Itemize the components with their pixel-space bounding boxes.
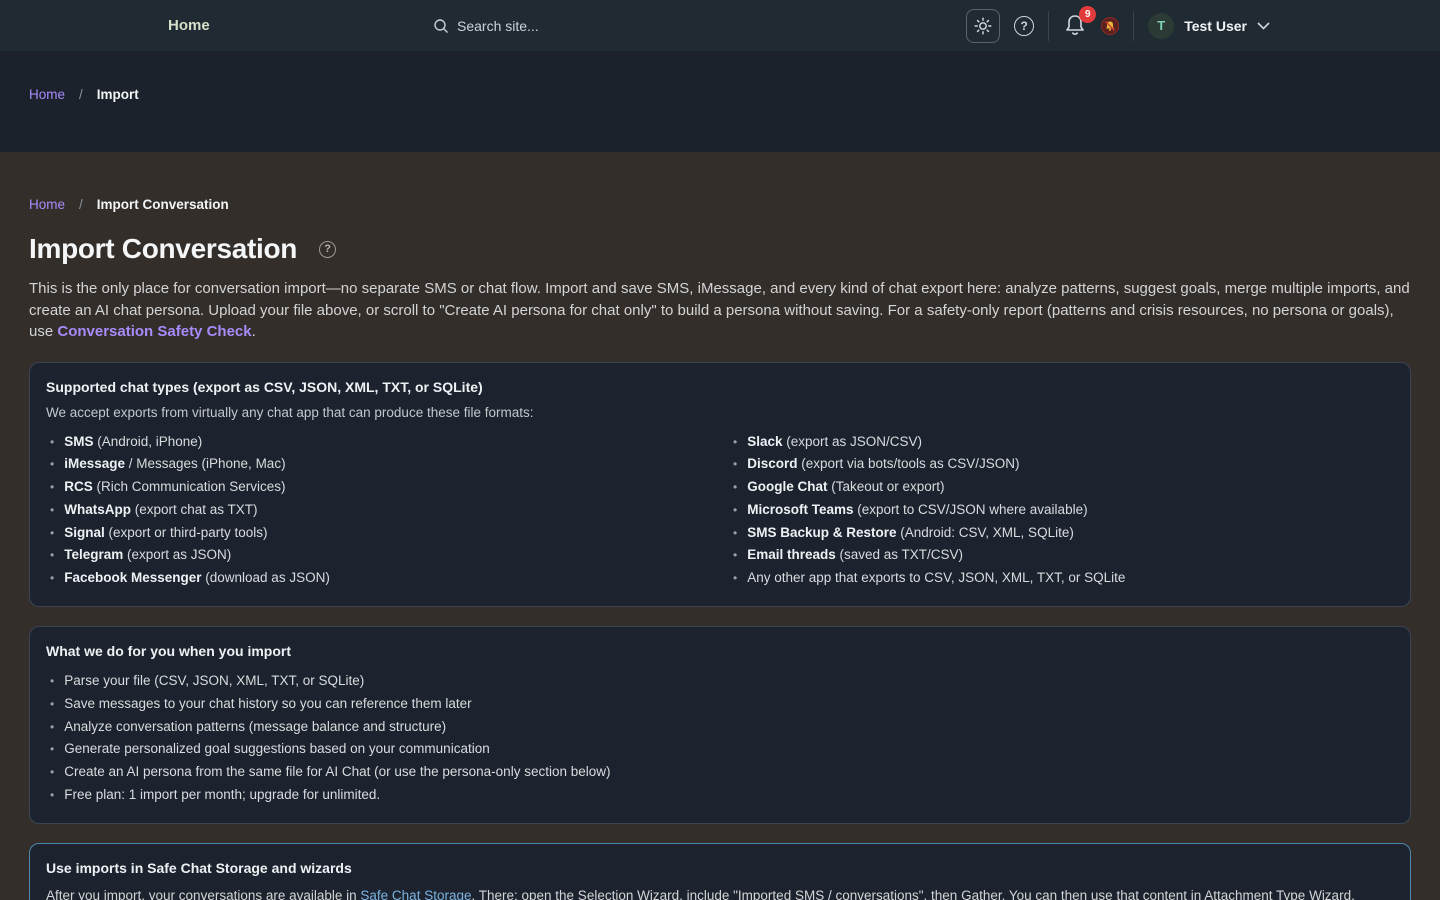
bell-slash-icon: [1104, 20, 1116, 32]
breadcrumb-separator: /: [79, 197, 83, 212]
card-body-text: After you import, your conversations are…: [46, 887, 1391, 900]
what-we-do-list: •Parse your file (CSV, JSON, XML, TXT, o…: [46, 670, 1394, 807]
bullet-dot: •: [729, 477, 737, 499]
list-item: •SMS (Android, iPhone): [46, 431, 711, 454]
bullet-dot: •: [46, 454, 54, 476]
bullet-dot: •: [46, 432, 54, 454]
avatar: T: [1148, 13, 1174, 39]
intro-text-end: .: [252, 323, 256, 340]
bullet-dot: •: [46, 545, 54, 567]
list-item: •RCS (Rich Communication Services): [46, 476, 711, 499]
safe-chat-storage-card: Use imports in Safe Chat Storage and wiz…: [29, 843, 1411, 900]
list-item: •Google Chat (Takeout or export): [729, 476, 1394, 499]
breadcrumb-separator: /: [79, 87, 83, 102]
list-item: •Parse your file (CSV, JSON, XML, TXT, o…: [46, 670, 1394, 693]
breadcrumb-current: Import Conversation: [97, 197, 229, 212]
list-item: •Generate personalized goal suggestions …: [46, 738, 1394, 761]
sun-icon: [974, 17, 992, 35]
list-item: •Telegram (export as JSON): [46, 544, 711, 567]
list-item: •SMS Backup & Restore (Android: CSV, XML…: [729, 522, 1394, 545]
bullet-dot: •: [46, 477, 54, 499]
search-icon: [433, 18, 449, 34]
nav-divider: [1048, 11, 1049, 41]
chevron-down-icon: [1257, 22, 1270, 30]
what-we-do-card: What we do for you when you import •Pars…: [29, 626, 1411, 824]
nav-actions: ? 9 T Test User: [966, 0, 1270, 51]
notifications-button[interactable]: 9: [1063, 13, 1087, 39]
bullet-dot: •: [729, 454, 737, 476]
intro-paragraph: This is the only place for conversation …: [29, 278, 1411, 343]
breadcrumb-home-link[interactable]: Home: [29, 87, 65, 102]
bullet-dot: •: [729, 568, 737, 590]
search-input[interactable]: [457, 18, 757, 34]
safe-chat-storage-link[interactable]: Safe Chat Storage: [360, 888, 471, 900]
list-item: •Slack (export as JSON/CSV): [729, 431, 1394, 454]
bullet-dot: •: [729, 500, 737, 522]
breadcrumb-home-link[interactable]: Home: [29, 197, 65, 212]
card-subtitle: We accept exports from virtually any cha…: [46, 405, 1394, 420]
bullet-dot: •: [46, 568, 54, 590]
breadcrumb: Home / Import: [29, 87, 1440, 102]
list-item: •Analyze conversation patterns (message …: [46, 716, 1394, 739]
top-navigation-bar: Home ?: [0, 0, 1440, 51]
card-title: Supported chat types (export as CSV, JSO…: [46, 379, 1394, 395]
supported-types-right-list: •Slack (export as JSON/CSV) •Discord (ex…: [729, 431, 1394, 591]
theme-toggle-button[interactable]: [966, 9, 1000, 43]
user-name: Test User: [1184, 18, 1247, 34]
list-item: •Facebook Messenger (download as JSON): [46, 567, 711, 590]
supported-types-left-list: •SMS (Android, iPhone) •iMessage / Messa…: [46, 431, 711, 591]
nav-divider: [1133, 11, 1134, 41]
bullet-dot: •: [729, 523, 737, 545]
bullet-dot: •: [46, 523, 54, 545]
breadcrumb-current: Import: [97, 87, 139, 102]
list-item: •WhatsApp (export chat as TXT): [46, 499, 711, 522]
breadcrumb: Home / Import Conversation: [29, 197, 1411, 212]
crisis-alert-muted-button[interactable]: [1101, 17, 1119, 35]
list-item: •Save messages to your chat history so y…: [46, 693, 1394, 716]
list-item: •Free plan: 1 import per month; upgrade …: [46, 784, 1394, 807]
bullet-dot: •: [46, 500, 54, 522]
list-item: •Discord (export via bots/tools as CSV/J…: [729, 453, 1394, 476]
list-item: •Signal (export or third-party tools): [46, 522, 711, 545]
page-help-icon[interactable]: ?: [319, 241, 336, 258]
list-item: •Microsoft Teams (export to CSV/JSON whe…: [729, 499, 1394, 522]
user-menu[interactable]: T Test User: [1148, 13, 1270, 39]
page-title: Import Conversation: [29, 233, 297, 265]
bullet-dot: •: [46, 739, 54, 761]
bullet-dot: •: [729, 545, 737, 567]
hero-breadcrumb-band: Home / Import: [0, 51, 1440, 152]
main-content: Home / Import Conversation Import Conver…: [0, 152, 1440, 900]
bullet-dot: •: [46, 762, 54, 784]
list-item: •Create an AI persona from the same file…: [46, 761, 1394, 784]
list-item: •Any other app that exports to CSV, JSON…: [729, 567, 1394, 590]
question-mark-icon: ?: [1014, 16, 1034, 36]
list-item: •iMessage / Messages (iPhone, Mac): [46, 453, 711, 476]
help-button[interactable]: ?: [1014, 16, 1034, 36]
bullet-dot: •: [729, 432, 737, 454]
bullet-dot: •: [46, 671, 54, 693]
bullet-dot: •: [46, 694, 54, 716]
site-search[interactable]: [433, 0, 757, 51]
card-title: Use imports in Safe Chat Storage and wiz…: [46, 860, 1394, 876]
list-item: •Email threads (saved as TXT/CSV): [729, 544, 1394, 567]
bullet-dot: •: [46, 785, 54, 807]
notification-count-badge: 9: [1079, 6, 1096, 23]
card-title: What we do for you when you import: [46, 643, 1394, 659]
nav-home-link[interactable]: Home: [168, 0, 210, 51]
supported-chat-types-card: Supported chat types (export as CSV, JSO…: [29, 362, 1411, 608]
conversation-safety-check-link[interactable]: Conversation Safety Check: [57, 323, 251, 340]
bullet-dot: •: [46, 717, 54, 739]
